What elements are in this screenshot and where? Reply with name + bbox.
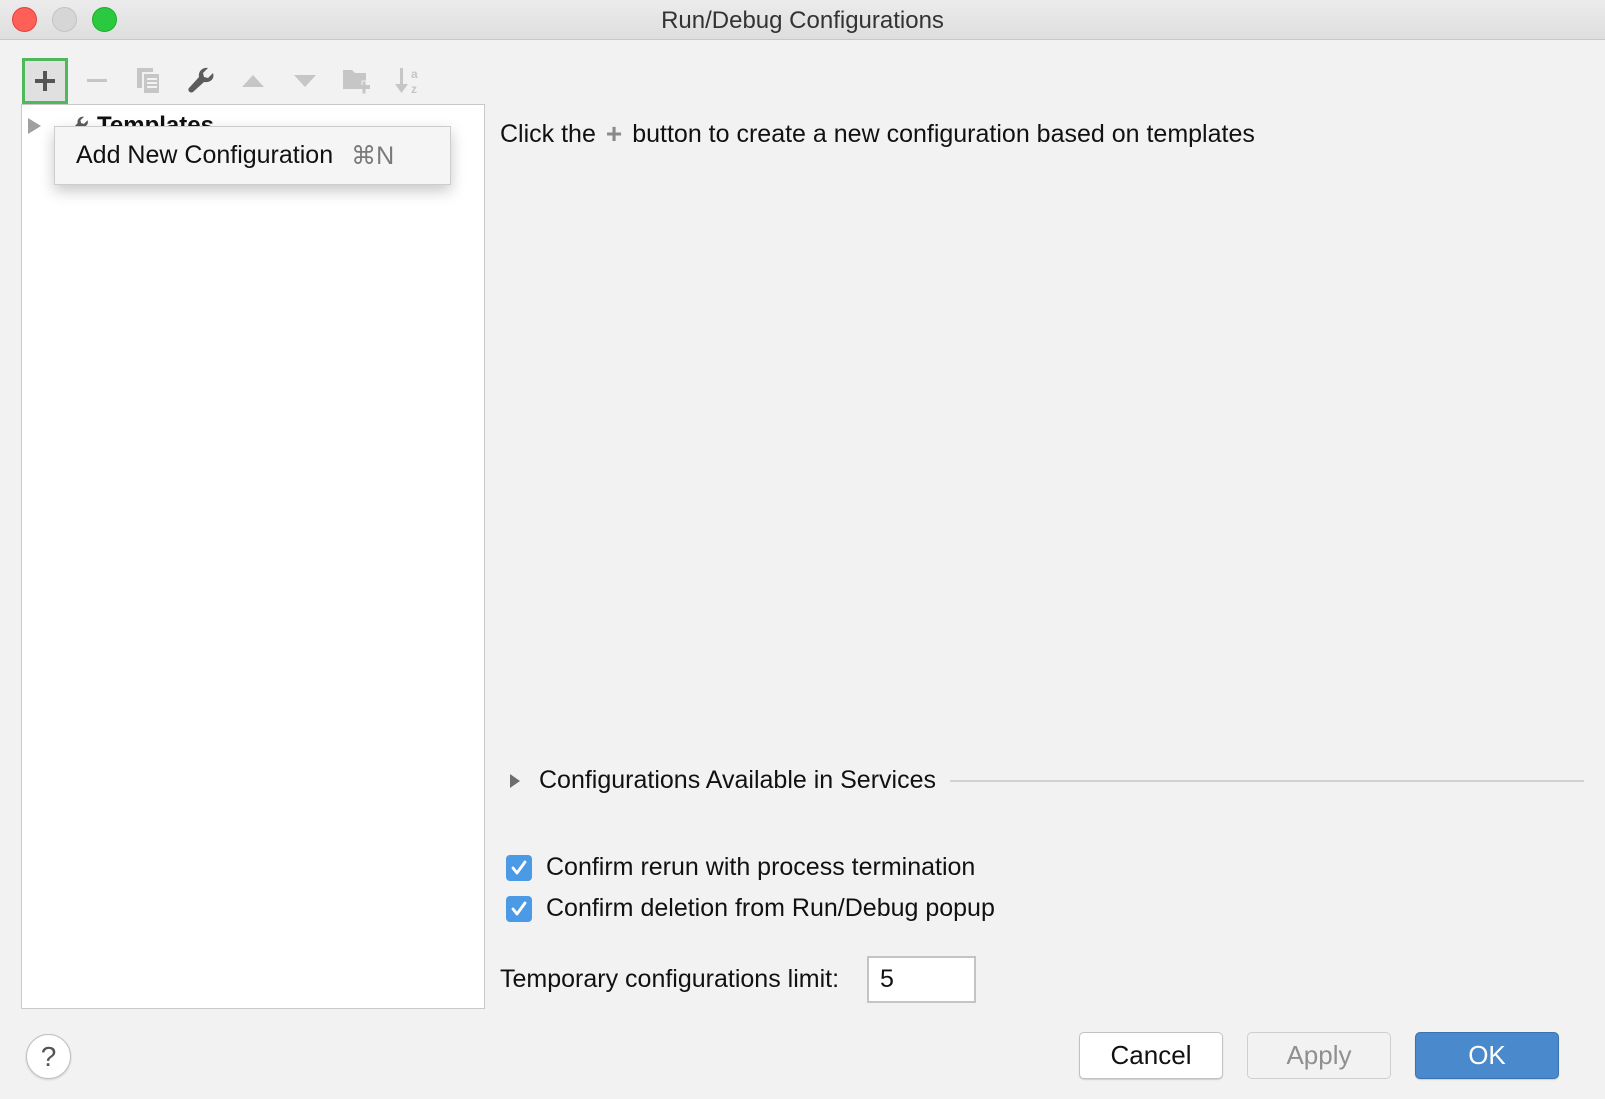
svg-text:a: a xyxy=(411,67,418,81)
empty-state-hint: Click the + button to create a new confi… xyxy=(500,118,1255,150)
copy-configuration-button[interactable] xyxy=(126,58,172,104)
wrench-icon xyxy=(188,67,214,93)
add-configuration-button[interactable] xyxy=(22,58,68,104)
title-bar: Run/Debug Configurations xyxy=(0,0,1605,40)
section-divider xyxy=(950,779,1584,782)
new-folder-button[interactable] xyxy=(334,58,380,104)
plus-icon: + xyxy=(605,118,623,149)
ok-button[interactable]: OK xyxy=(1415,1032,1559,1079)
temporary-limit-label: Temporary configurations limit: xyxy=(500,965,840,993)
arrow-down-icon xyxy=(294,75,316,87)
configuration-tree[interactable]: Templates xyxy=(21,104,485,1009)
expand-arrow-icon[interactable] xyxy=(510,773,520,788)
window-title: Run/Debug Configurations xyxy=(661,7,944,34)
add-new-configuration-popup[interactable]: Add New Configuration ⌘N xyxy=(54,126,451,185)
cancel-button[interactable]: Cancel xyxy=(1079,1032,1223,1079)
apply-button[interactable]: Apply xyxy=(1247,1032,1391,1079)
checkbox-label: Confirm rerun with process termination xyxy=(546,853,976,881)
edit-templates-button[interactable] xyxy=(178,58,224,104)
services-section[interactable]: Configurations Available in Services xyxy=(510,766,1584,795)
checkbox-label: Confirm deletion from Run/Debug popup xyxy=(546,894,995,922)
move-down-button[interactable] xyxy=(282,58,328,104)
confirm-deletion-checkbox-row[interactable]: Confirm deletion from Run/Debug popup xyxy=(506,894,995,923)
checkmark-icon xyxy=(511,901,527,915)
checkmark-icon xyxy=(511,860,527,874)
sort-alphabetically-button[interactable]: az xyxy=(386,58,432,104)
confirm-deletion-checkbox[interactable] xyxy=(506,895,532,922)
popup-item-shortcut: ⌘N xyxy=(351,141,395,170)
help-button[interactable]: ? xyxy=(26,1034,71,1079)
toolbar: az xyxy=(22,58,438,104)
minus-icon xyxy=(87,79,107,82)
temporary-limit-row: Temporary configurations limit: 5 xyxy=(500,956,977,1003)
temporary-limit-input[interactable]: 5 xyxy=(867,956,977,1003)
confirm-rerun-checkbox-row[interactable]: Confirm rerun with process termination xyxy=(506,853,975,882)
move-up-button[interactable] xyxy=(230,58,276,104)
expand-arrow-icon[interactable] xyxy=(28,118,41,134)
arrow-up-icon xyxy=(242,75,264,87)
sort-alpha-icon: az xyxy=(395,67,418,96)
confirm-rerun-checkbox[interactable] xyxy=(506,854,532,881)
plus-icon xyxy=(35,71,55,91)
hint-text-after: button to create a new configuration bas… xyxy=(632,119,1255,148)
services-section-label[interactable]: Configurations Available in Services xyxy=(539,766,936,795)
remove-configuration-button[interactable] xyxy=(74,58,120,104)
svg-text:z: z xyxy=(411,82,417,96)
hint-text-before: Click the xyxy=(500,119,596,148)
copy-icon xyxy=(137,68,161,95)
popup-item-label: Add New Configuration xyxy=(76,141,334,169)
folder-add-icon xyxy=(343,70,370,95)
